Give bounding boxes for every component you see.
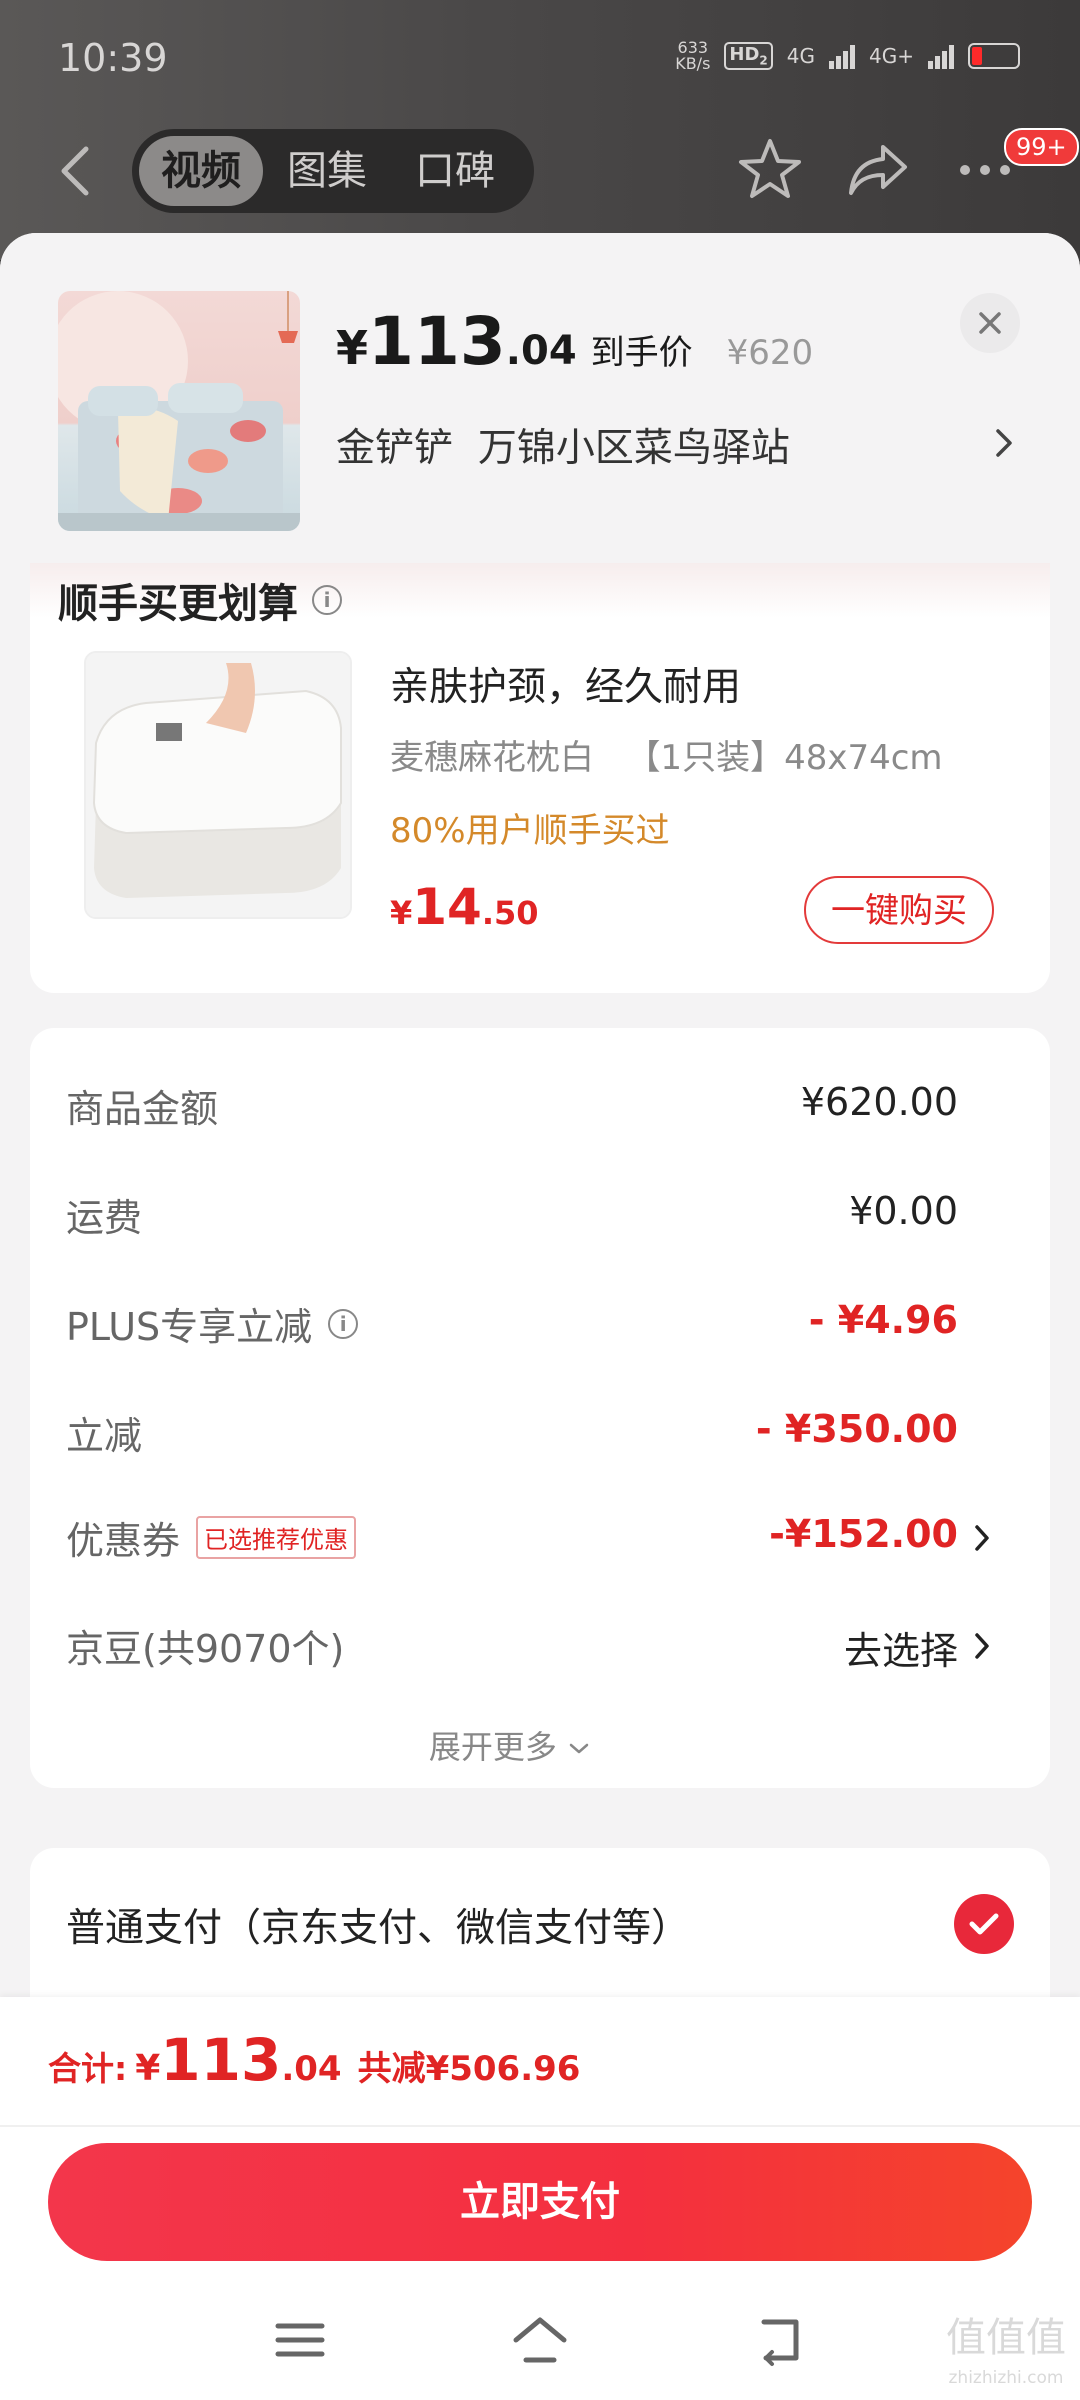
row-value: ¥0.00 [849, 1189, 958, 1233]
addon-spec[interactable]: 麦穗麻花枕白 【1只装】48x74cm [390, 730, 943, 779]
total-label: 合计: [48, 2049, 128, 2088]
hd-label: HD [729, 44, 760, 66]
status-indicators: 633 KB/s HD2 4G 4G+ [675, 40, 1020, 72]
row-value: -¥152.00 [769, 1512, 958, 1556]
pay-now-button[interactable]: 立即支付 [48, 2143, 1032, 2261]
bedding-image [58, 291, 300, 531]
row-label: 京豆(共9070个) [66, 1627, 345, 1671]
row-label: 运费 [66, 1196, 143, 1240]
info-icon[interactable]: i [328, 1308, 359, 1339]
total-integer: 113 [160, 2026, 282, 2094]
battery-icon [968, 43, 1020, 69]
addon-price-integer: 14 [412, 878, 482, 936]
signal-icon-2 [928, 43, 954, 69]
close-button[interactable] [960, 293, 1020, 353]
addon-title-text: 顺手买更划算 [58, 581, 298, 627]
plus-discount-label: PLUS专享立减 [66, 1305, 313, 1349]
addon-product-image[interactable] [84, 651, 352, 919]
tab-video[interactable]: 视频 [139, 136, 263, 206]
price-currency: ¥ [336, 321, 369, 375]
price-integer: 113 [368, 303, 506, 380]
network-type-a: 4G [786, 44, 816, 68]
expand-more-button[interactable]: 展开更多 [0, 1722, 1020, 1768]
one-click-buy-button[interactable]: 一键购买 [804, 876, 994, 944]
coupon-tag: 已选推荐优惠 [196, 1516, 357, 1559]
price-label: 到手价 [590, 333, 693, 373]
network-type-b: 4G+ [869, 44, 914, 68]
addon-price-currency: ¥ [390, 894, 413, 932]
tab-gallery[interactable]: 图集 [263, 136, 391, 206]
total-currency: ¥ [135, 2048, 161, 2089]
top-nav: 视频 图集 口碑 [0, 125, 1080, 215]
product-thumbnail [58, 291, 300, 531]
row-value: - ¥350.00 [755, 1407, 958, 1451]
row-jd-beans[interactable]: 京豆(共9070个) 去选择 [66, 1618, 1014, 1678]
row-shipping: 运费 ¥0.00 [66, 1187, 1014, 1247]
chevron-right-icon[interactable] [992, 423, 1016, 463]
addon-buyers-note: 80%用户顺手买过 [390, 811, 670, 851]
signal-icon [829, 43, 856, 69]
watermark: 值值值 zhizhizhi.com [946, 2318, 1066, 2398]
watermark-text: 值值值 [946, 2315, 1066, 2361]
close-icon [979, 312, 1001, 334]
total-decimal: .04 [281, 2049, 342, 2089]
row-value: 去选择 [843, 1629, 958, 1673]
notification-badge: 99+ [1004, 128, 1079, 166]
original-price: ¥620 [726, 333, 814, 373]
star-icon[interactable] [735, 135, 805, 205]
row-value: ¥620.00 [800, 1080, 958, 1124]
info-icon[interactable]: i [312, 585, 342, 615]
price-decimal: .04 [505, 328, 577, 374]
addon-spec-name: 麦穗麻花枕白 [390, 738, 594, 778]
row-label: 立减 [66, 1414, 143, 1458]
chevron-right-icon[interactable] [972, 1520, 992, 1556]
total-saved: 共减¥506.96 [357, 2049, 581, 2089]
menu-icon[interactable] [270, 2310, 330, 2370]
network-speed: 633 KB/s [675, 40, 710, 72]
address-text: 万锦小区菜鸟驿站 [477, 426, 790, 471]
addon-price: ¥ 14 .50 [390, 878, 539, 936]
home-icon[interactable] [510, 2310, 570, 2370]
status-bar: 10:39 633 KB/s HD2 4G 4G+ [0, 0, 1080, 120]
chevron-down-icon [569, 1743, 589, 1754]
hd-badge: HD2 [724, 42, 773, 70]
tab-reviews[interactable]: 口碑 [391, 136, 519, 206]
check-icon [969, 1913, 999, 1935]
row-plus-discount: PLUS专享立减 i - ¥4.96 [66, 1296, 1014, 1356]
payment-method-label[interactable]: 普通支付（京东支付、微信支付等） [66, 1897, 690, 1953]
payment-selected-check[interactable] [954, 1894, 1014, 1954]
row-label: 商品金额 [66, 1087, 219, 1131]
delivery-address[interactable]: 金铲铲 万锦小区菜鸟驿站 [336, 417, 790, 473]
back-icon[interactable] [752, 2310, 812, 2370]
hd-sub: 2 [759, 53, 768, 68]
order-summary: ¥ 113 .04 到手价 ¥620 金铲铲 万锦小区菜鸟驿站 [0, 233, 1080, 563]
pillow-image [86, 653, 350, 917]
addon-slogan: 亲肤护颈，经久耐用 [390, 665, 742, 710]
row-instant-discount: 立减 - ¥350.00 [66, 1405, 1014, 1465]
back-arrow-icon[interactable] [52, 143, 102, 199]
share-icon[interactable] [843, 135, 913, 205]
row-coupon[interactable]: 优惠券 已选推荐优惠 -¥152.00 [66, 1510, 1014, 1570]
row-label: 优惠券 已选推荐优惠 [66, 1510, 357, 1565]
network-speed-unit: KB/s [675, 54, 711, 73]
total-summary: 合计: ¥ 113 .04 共减¥506.96 [48, 2026, 580, 2094]
row-value: - ¥4.96 [808, 1298, 958, 1342]
status-time: 10:39 [58, 36, 168, 80]
chevron-right-icon[interactable] [972, 1628, 992, 1664]
final-price: ¥ 113 .04 到手价 ¥620 [336, 303, 813, 380]
media-tabs: 视频 图集 口碑 [132, 129, 534, 213]
addon-spec-detail: 【1只装】48x74cm [626, 738, 943, 778]
coupon-label: 优惠券 [66, 1519, 181, 1563]
row-goods-amount: 商品金额 ¥620.00 [66, 1078, 1014, 1138]
row-label: PLUS专享立减 i [66, 1296, 359, 1351]
addon-price-decimal: .50 [481, 894, 539, 932]
expand-more-label: 展开更多 [428, 1728, 557, 1766]
watermark-sub: zhizhizhi.com [948, 2368, 1064, 2388]
footer-divider [0, 2125, 1080, 2127]
addon-section-title: 顺手买更划算 i [58, 571, 342, 629]
buyer-name: 金铲铲 [336, 426, 454, 471]
